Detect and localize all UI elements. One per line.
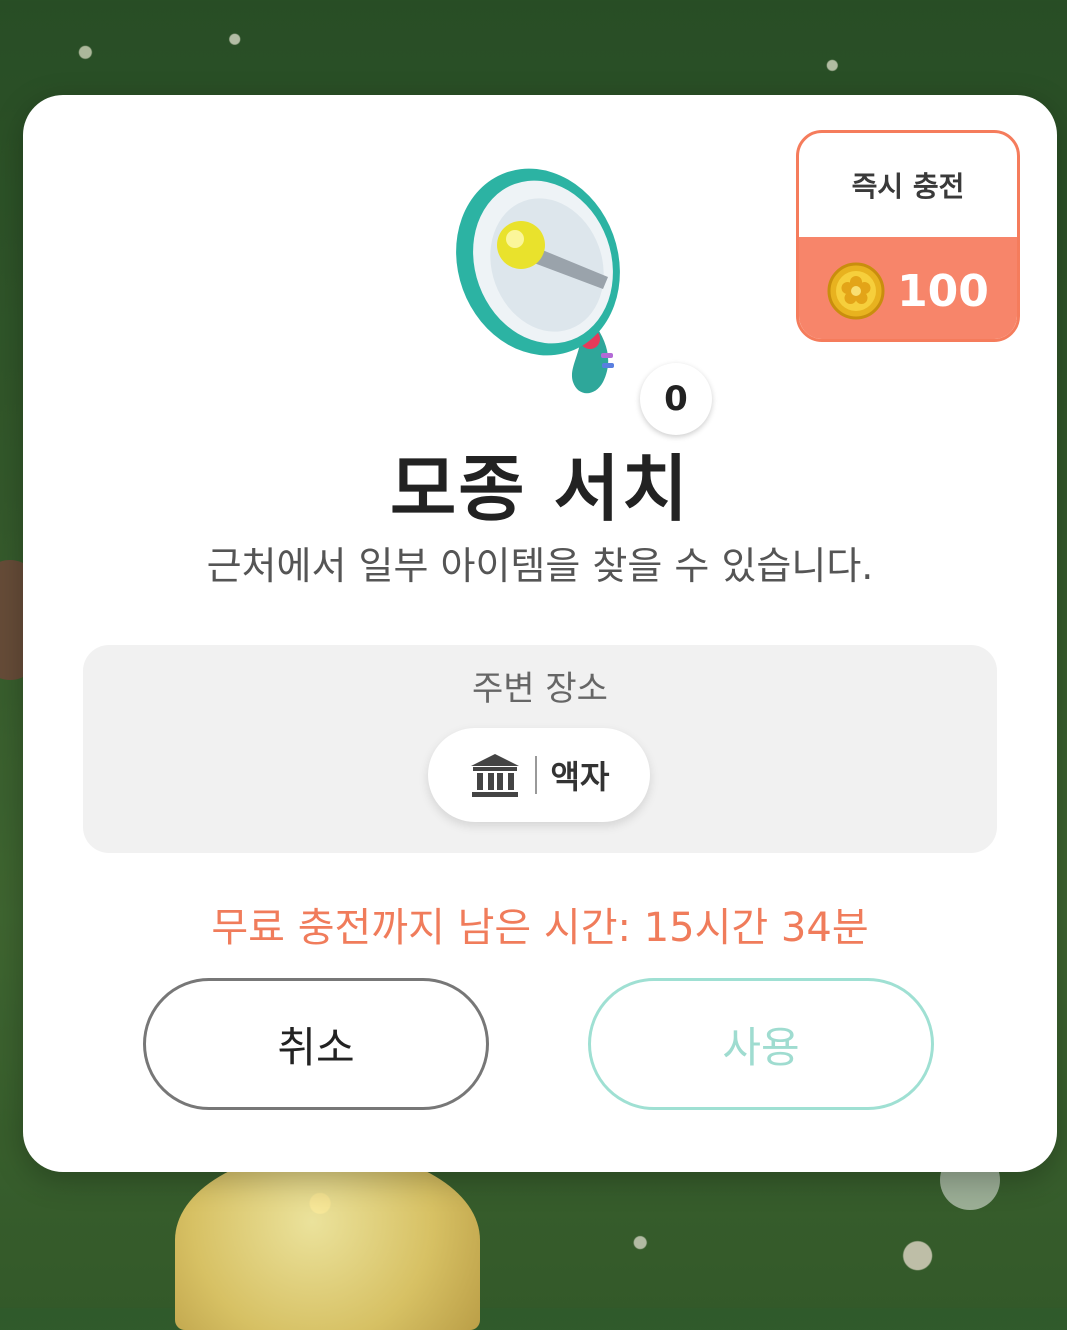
- item-description: 근처에서 일부 아이템을 찾을 수 있습니다.: [206, 544, 874, 588]
- recharge-amount: 100: [897, 265, 989, 317]
- free-recharge-timer: 무료 충전까지 남은 시간: 15시간 34분: [211, 905, 869, 951]
- use-button[interactable]: 사용: [588, 978, 934, 1110]
- item-count-badge: 0: [640, 363, 712, 435]
- background-mushroom-house: [175, 1150, 480, 1330]
- item-use-dialog: 즉시 충전 100 0 모종 서치 근처에서 일부 아이템을 찾을 수 있습니다…: [23, 95, 1057, 1172]
- place-name: 액자: [550, 758, 610, 796]
- instant-recharge-button[interactable]: 즉시 충전 100: [796, 130, 1020, 342]
- coin-icon: [827, 262, 885, 320]
- chip-separator: [534, 756, 537, 794]
- item-title: 모종 서치: [389, 447, 691, 531]
- nearby-places-panel: 주변 장소 액자: [83, 645, 997, 853]
- nearby-places-label: 주변 장소: [472, 669, 608, 709]
- place-chip-frame[interactable]: 액자: [428, 728, 650, 822]
- cancel-button[interactable]: 취소: [143, 978, 489, 1110]
- recharge-label: 즉시 충전: [851, 170, 965, 203]
- megaphone-icon: [456, 168, 620, 394]
- museum-icon: [470, 754, 519, 797]
- recharge-price: 100: [799, 237, 1017, 339]
